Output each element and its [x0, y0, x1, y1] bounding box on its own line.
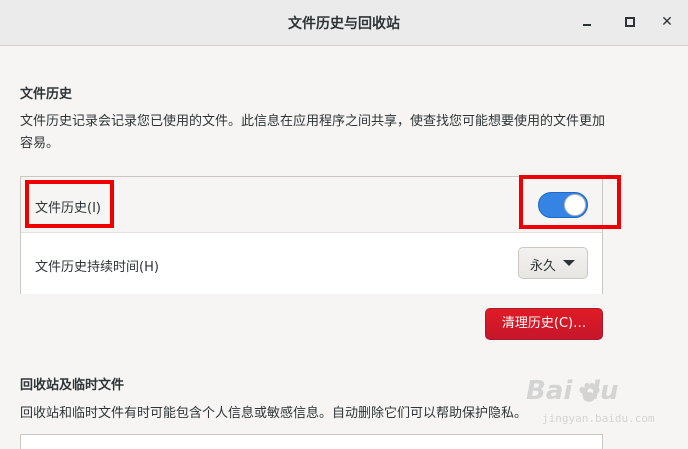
maximize-button[interactable] — [617, 9, 643, 35]
watermark-url: jingyan.baidu.com — [542, 412, 655, 425]
trash-settings-list — [20, 434, 603, 449]
file-history-description: 文件历史记录会记录您已使用的文件。此信息在应用程序之间共享，使查找您可能想要使用… — [20, 114, 606, 151]
settings-window: 文件历史与回收站 ✕ 文件历史 文件历史记录会记录您已使用的文件。此信息在应用程… — [0, 0, 688, 449]
paw-icon — [579, 382, 600, 402]
file-history-settings-list: 文件历史(I) 文件历史持续时间(H) 永久 — [20, 176, 603, 294]
file-history-duration-dropdown[interactable]: 永久 — [518, 247, 588, 279]
trash-section-title: 回收站及临时文件 — [20, 378, 125, 393]
file-history-switch[interactable] — [538, 192, 588, 218]
baidu-watermark: Bai du jingyan.baidu.com — [512, 372, 682, 432]
switch-knob — [564, 194, 586, 216]
minimize-icon — [583, 24, 591, 26]
clear-history-button[interactable]: 清理历史(C)… — [485, 308, 603, 340]
watermark-logo: Bai du — [526, 376, 619, 406]
dropdown-arrow-icon — [563, 260, 575, 266]
title-bar[interactable]: 文件历史与回收站 ✕ — [0, 0, 688, 46]
file-history-toggle-label: 文件历史(I) — [35, 201, 101, 216]
close-icon: ✕ — [661, 14, 673, 30]
file-history-toggle-row[interactable]: 文件历史(I) — [21, 177, 602, 233]
file-history-duration-row: 文件历史持续时间(H) 永久 — [21, 233, 602, 294]
duration-selected-value: 永久 — [530, 259, 557, 274]
close-button[interactable]: ✕ — [654, 9, 680, 35]
maximize-icon — [625, 17, 635, 27]
file-history-duration-label: 文件历史持续时间(H) — [35, 260, 159, 275]
minimize-button[interactable] — [574, 9, 600, 35]
file-history-section-title: 文件历史 — [20, 87, 73, 102]
